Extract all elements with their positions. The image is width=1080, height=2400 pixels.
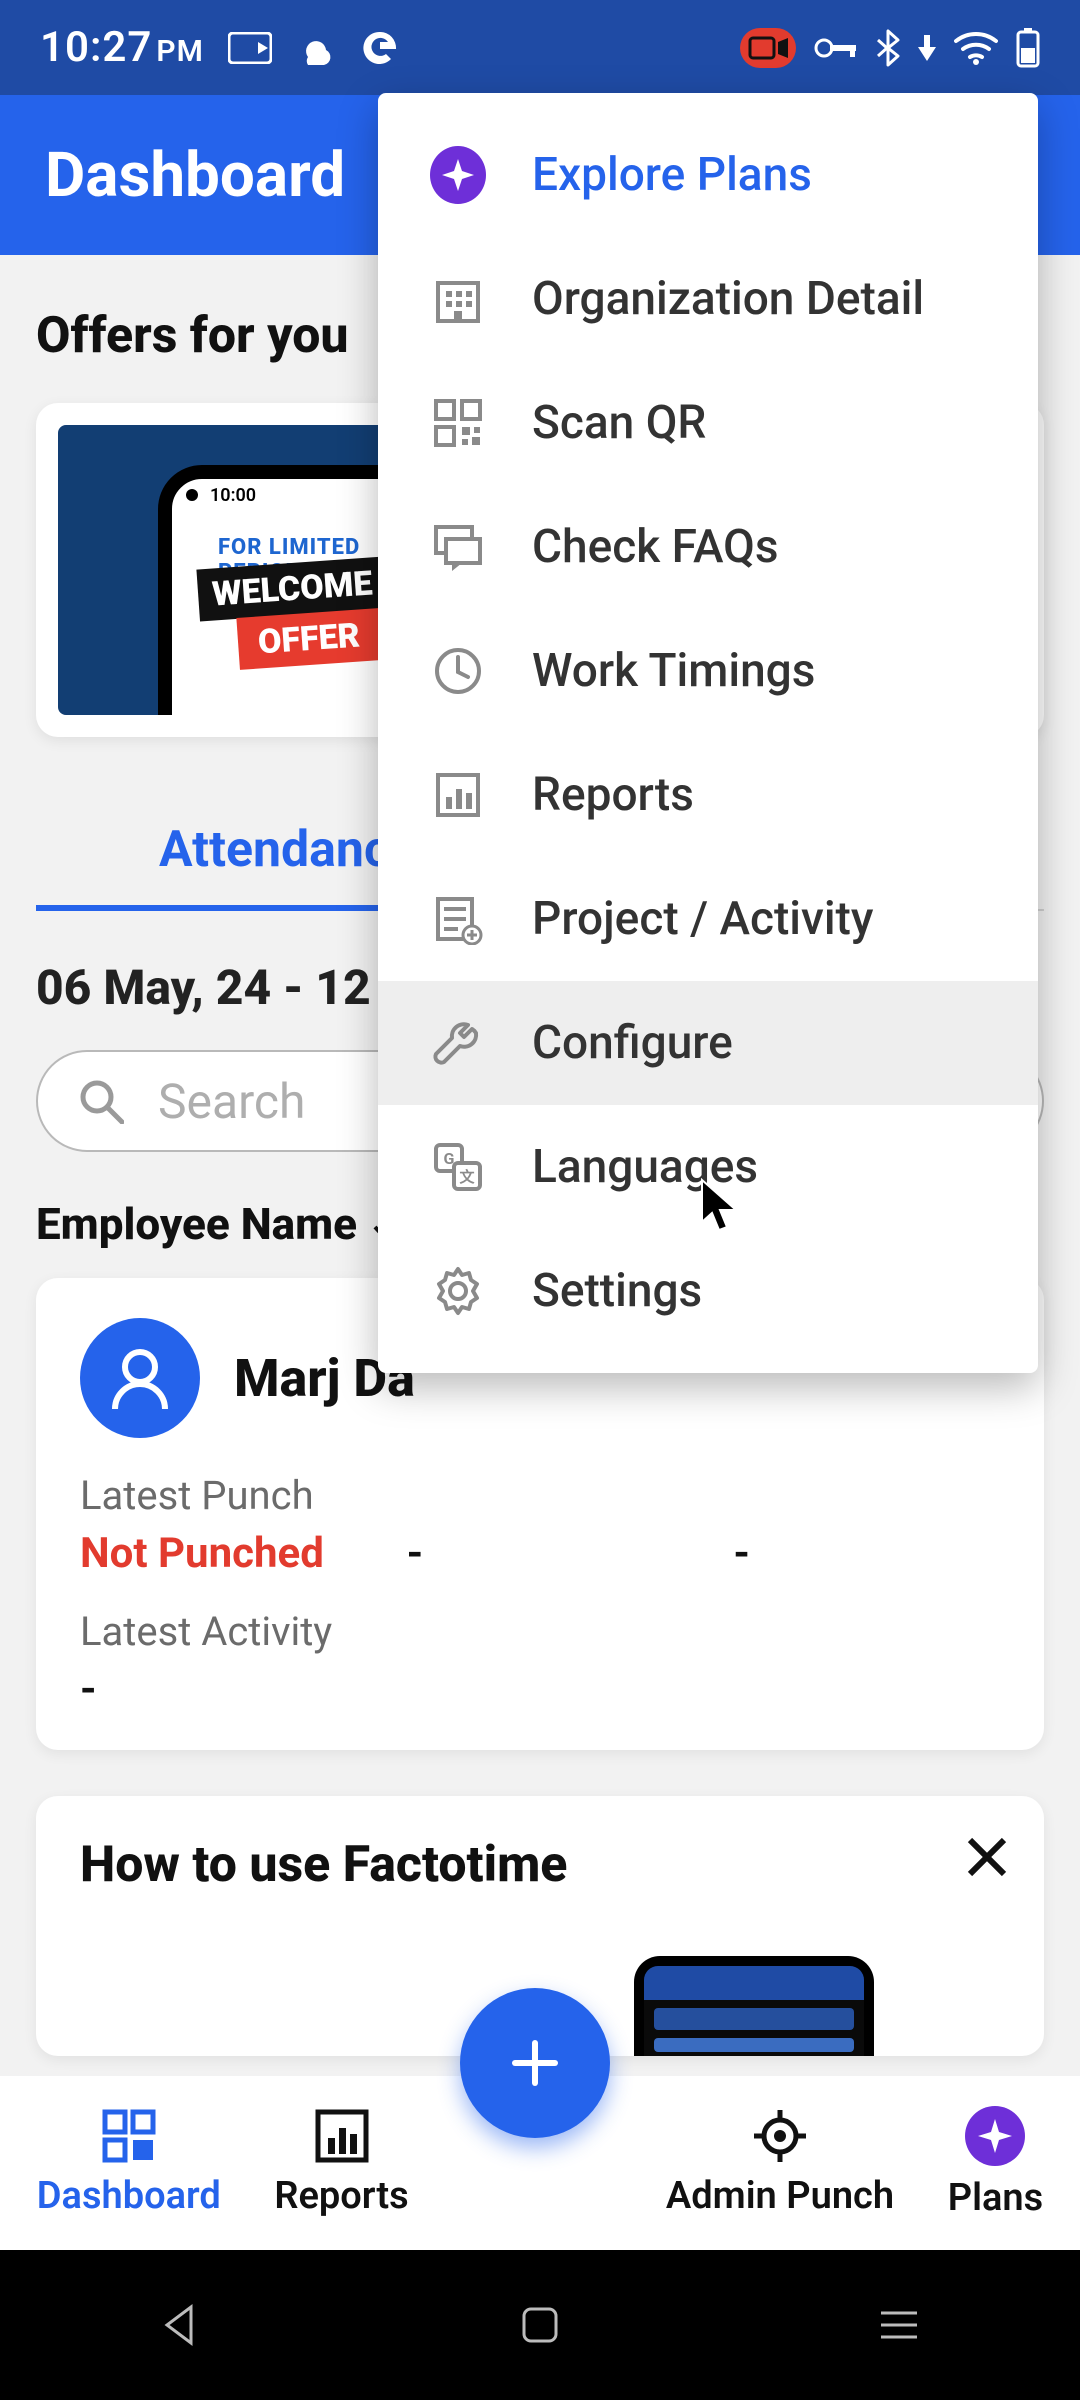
- menu-item-label: Reports: [532, 768, 694, 822]
- menu-item-work-timings[interactable]: Work Timings: [378, 609, 1038, 733]
- android-nav-bar: [0, 2250, 1080, 2400]
- plus-icon: [505, 2033, 565, 2093]
- target-icon: [752, 2108, 808, 2164]
- menu-item-organization-detail[interactable]: Organization Detail: [378, 237, 1038, 361]
- offer-offer-badge: OFFER: [236, 608, 381, 670]
- screen-record-icon: [740, 28, 796, 68]
- column-header-label: Employee Name: [36, 1198, 357, 1250]
- emp-col3-value: -: [733, 1529, 1000, 1578]
- recents-icon[interactable]: [877, 2308, 921, 2342]
- overflow-menu: Explore Plans Organization Detail Scan QR C…: [378, 93, 1038, 1373]
- vpn-key-icon: [814, 36, 858, 60]
- nav-reports-label: Reports: [274, 2174, 408, 2218]
- gear-icon: [430, 1263, 486, 1319]
- howto-phone-illustration: [634, 1956, 874, 2056]
- menu-item-label: Work Timings: [532, 644, 815, 698]
- sparkle-badge-icon: [965, 2106, 1025, 2166]
- avatar: [80, 1318, 200, 1438]
- offer-thumbnail: 10:00 FOR LIMITED PERIOD WELCOME OFFER: [58, 425, 388, 715]
- translate-icon: G文: [430, 1139, 486, 1195]
- menu-item-label: Project / Activity: [532, 892, 873, 946]
- menu-item-label: Explore Plans: [532, 148, 812, 202]
- latest-activity-label: Latest Activity: [80, 1608, 1000, 1655]
- wrench-icon: [430, 1015, 486, 1071]
- battery-icon: [1016, 28, 1040, 68]
- sparkle-badge-icon: [430, 147, 486, 203]
- page-title: Dashboard: [45, 139, 345, 212]
- latest-activity-value: -: [80, 1665, 1000, 1714]
- bluetooth-icon: [876, 29, 900, 67]
- qr-icon: [430, 395, 486, 451]
- menu-item-configure[interactable]: Configure: [378, 981, 1038, 1105]
- nav-plans-label: Plans: [948, 2176, 1043, 2220]
- building-icon: [430, 271, 486, 327]
- wifi-icon: [954, 31, 998, 65]
- search-icon: [78, 1078, 124, 1128]
- google-g-icon: [360, 28, 400, 68]
- svg-text:文: 文: [459, 1168, 475, 1186]
- latest-punch-label: Latest Punch: [80, 1472, 347, 1519]
- nav-reports[interactable]: Reports: [274, 2108, 408, 2218]
- clock-icon: [430, 643, 486, 699]
- menu-item-label: Settings: [532, 1264, 702, 1318]
- android-status-bar: 10:27PM: [0, 0, 1080, 95]
- bar-chart-icon: [314, 2108, 370, 2164]
- back-icon[interactable]: [159, 2303, 203, 2347]
- howto-title: How to use Factotime: [80, 1836, 1000, 1894]
- chat-icon: [430, 519, 486, 575]
- nav-plans[interactable]: Plans: [948, 2106, 1043, 2220]
- nav-dashboard-label: Dashboard: [37, 2174, 221, 2218]
- menu-item-label: Languages: [532, 1140, 758, 1194]
- nav-admin-punch-label: Admin Punch: [666, 2174, 894, 2218]
- status-time: 10:27PM: [40, 23, 204, 72]
- home-icon[interactable]: [520, 2305, 560, 2345]
- bar-chart-icon: [430, 767, 486, 823]
- latest-punch-value: Not Punched: [80, 1529, 347, 1578]
- close-button[interactable]: [964, 1834, 1010, 1884]
- nav-admin-punch[interactable]: Admin Punch: [666, 2108, 894, 2218]
- dashboard-icon: [101, 2108, 157, 2164]
- task-add-icon: [430, 891, 486, 947]
- menu-item-reports[interactable]: Reports: [378, 733, 1038, 857]
- signal-down-icon: [918, 35, 936, 61]
- fab-add-button[interactable]: [460, 1988, 610, 2138]
- menu-item-label: Check FAQs: [532, 520, 779, 574]
- menu-item-label: Organization Detail: [532, 272, 924, 326]
- menu-item-label: Configure: [532, 1016, 733, 1070]
- menu-item-languages[interactable]: G文 Languages: [378, 1105, 1038, 1229]
- menu-item-project-activity[interactable]: Project / Activity: [378, 857, 1038, 981]
- menu-item-explore-plans[interactable]: Explore Plans: [378, 113, 1038, 237]
- emp-col2-value: -: [407, 1529, 674, 1578]
- cloud-icon: [296, 31, 336, 65]
- menu-item-check-faqs[interactable]: Check FAQs: [378, 485, 1038, 609]
- close-icon: [964, 1834, 1010, 1880]
- menu-item-settings[interactable]: Settings: [378, 1229, 1038, 1353]
- menu-item-scan-qr[interactable]: Scan QR: [378, 361, 1038, 485]
- cast-icon: [228, 32, 272, 64]
- menu-item-label: Scan QR: [532, 396, 706, 450]
- nav-dashboard[interactable]: Dashboard: [37, 2108, 221, 2218]
